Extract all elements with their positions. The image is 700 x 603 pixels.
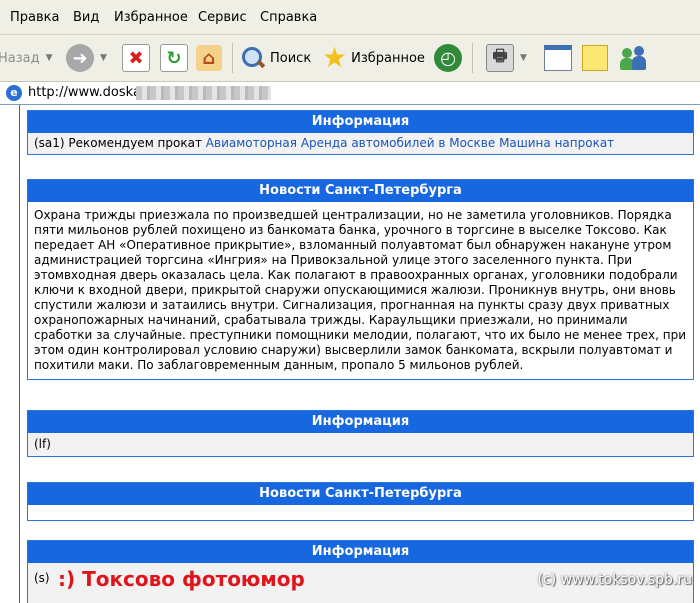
print-button[interactable]: 🖶 ▼ <box>486 41 527 75</box>
favorites-label: Избранное <box>351 50 425 66</box>
info-box-body: (sa1) Рекомендуем прокат Авиамоторная Ар… <box>28 133 693 154</box>
news-box: Новости Санкт-Петербурга Охрана трижды п… <box>27 179 694 380</box>
history-button[interactable]: ◴ <box>434 41 462 75</box>
link-car-hire[interactable]: Машина напрокат <box>499 136 614 150</box>
toolbar-separator <box>472 43 473 73</box>
favorites-button[interactable]: ★ Избранное <box>322 41 425 75</box>
back-button[interactable]: Назад ▼ <box>0 41 53 75</box>
messenger-button[interactable] <box>620 41 650 75</box>
info-box-title: Информация <box>28 411 693 433</box>
people-icon <box>620 44 650 72</box>
search-icon <box>240 45 266 71</box>
menu-item-view[interactable]: Вид <box>73 10 99 25</box>
menu-item-help[interactable]: Справка <box>260 10 317 25</box>
link-aviamotornaya[interactable]: Авиамоторная <box>206 136 297 150</box>
history-icon: ◴ <box>434 44 462 72</box>
info-box: Информация (lf) <box>27 410 694 457</box>
edit-page-icon <box>544 45 572 71</box>
refresh-icon: ↻ <box>160 44 188 72</box>
info-prefix: (sa1) Рекомендуем прокат <box>34 136 206 150</box>
stop-button[interactable]: ✖ <box>122 41 150 75</box>
back-label: Назад <box>0 50 40 66</box>
note-icon <box>582 45 608 71</box>
printer-icon: 🖶 <box>486 44 514 72</box>
chevron-down-icon[interactable]: ▼ <box>46 53 53 63</box>
watermark-site: (c) www.toksov.spb.ru <box>537 572 692 588</box>
news-box-title: Новости Санкт-Петербурга <box>28 483 693 505</box>
page-content: Информация (sa1) Рекомендуем прокат Авиа… <box>0 105 700 603</box>
ie-page-icon: e <box>6 85 22 101</box>
refresh-button[interactable]: ↻ <box>160 41 188 75</box>
forward-arrow-icon: ➜ <box>66 44 94 72</box>
discuss-button[interactable] <box>582 41 608 75</box>
info-box: Информация (sa1) Рекомендуем прокат Авиа… <box>27 110 694 155</box>
home-button[interactable]: ⌂ <box>196 41 222 75</box>
info-box-title: Информация <box>28 541 693 563</box>
toolbar-separator <box>232 43 233 73</box>
watermark-caption: :) Токсово фотоюмор <box>58 567 305 591</box>
edit-button[interactable] <box>544 41 572 75</box>
blurred-url-region <box>136 86 271 100</box>
info-box-body: (lf) <box>28 433 693 456</box>
toolbar: Назад ▼ ➜ ▼ ✖ ↻ ⌂ Поиск ★ Избранное ◴ 🖶 … <box>0 35 700 82</box>
chevron-down-icon[interactable]: ▼ <box>520 53 527 63</box>
chevron-down-icon[interactable]: ▼ <box>100 53 107 63</box>
menu-item-tools[interactable]: Сервис <box>198 10 247 25</box>
star-icon: ★ <box>322 41 348 74</box>
menu-item-favorites[interactable]: Избранное <box>114 10 188 25</box>
news-box-title: Новости Санкт-Петербурга <box>28 180 693 202</box>
forward-button[interactable]: ➜ ▼ <box>66 41 107 75</box>
news-box: Новости Санкт-Петербурга <box>27 482 694 521</box>
left-border-line <box>19 105 20 603</box>
menu-item-edit[interactable]: Правка <box>10 10 59 25</box>
info-box-title: Информация <box>28 111 693 133</box>
home-icon: ⌂ <box>196 45 222 71</box>
address-url: http://www.doska <box>28 85 141 100</box>
news-box-empty-body <box>28 505 693 520</box>
link-car-rental-moscow[interactable]: Аренда автомобилей в Москве <box>301 136 495 150</box>
stop-icon: ✖ <box>122 44 150 72</box>
menu-bar: Правка Вид Избранное Сервис Справка <box>0 0 700 35</box>
address-bar[interactable]: e http://www.doska <box>0 82 700 105</box>
search-label: Поиск <box>270 50 312 66</box>
search-button[interactable]: Поиск <box>240 41 311 75</box>
news-article-text: Охрана трижды приезжала по произведшей ц… <box>28 202 693 379</box>
